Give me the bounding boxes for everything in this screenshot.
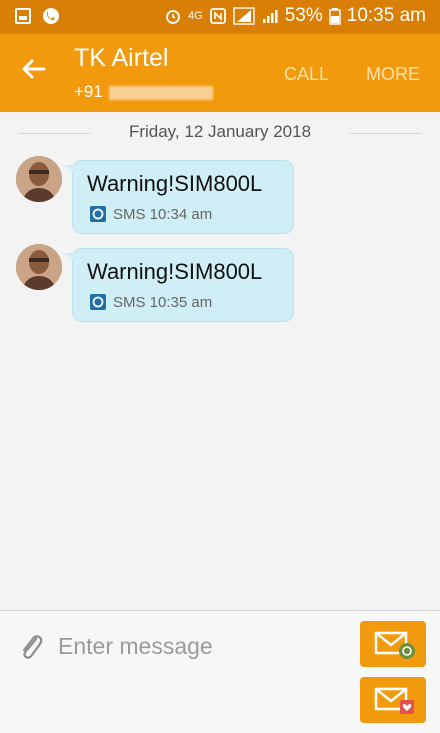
attach-paperclip-icon[interactable]: [18, 631, 44, 661]
message-text: Warning!SIM800L: [87, 171, 263, 196]
conversation-app-bar: TK Airtel +91 CALL MORE: [0, 34, 440, 112]
sim-card-icon: [90, 294, 106, 310]
contact-name: TK Airtel: [74, 44, 169, 72]
compose-bar: [0, 611, 440, 733]
send-sim1-button[interactable]: [360, 621, 426, 667]
bubble-tail: [64, 165, 74, 174]
phone-icon: [43, 8, 59, 24]
contact-number-prefix: +91: [74, 82, 103, 101]
date-separator: Friday, 12 January 2018: [18, 122, 422, 144]
date-label: Friday, 12 January 2018: [128, 122, 312, 141]
clock: 10:35 am: [346, 5, 426, 26]
nfc-icon: [209, 8, 226, 24]
message-timestamp: SMS 10:34 am: [113, 205, 213, 223]
contact-avatar[interactable]: [16, 156, 62, 202]
contact-avatar[interactable]: [16, 244, 62, 290]
signal-sim1-icon: [233, 7, 255, 25]
call-button[interactable]: CALL: [284, 64, 329, 85]
message-bubble[interactable]: Warning!SIM800L SMS 10:35 am: [64, 248, 294, 322]
send-sim2-icon: [374, 687, 414, 714]
more-button[interactable]: MORE: [366, 64, 420, 85]
person-photo-icon: [16, 244, 62, 290]
network-type-label: 4G: [188, 10, 203, 22]
back-arrow-icon[interactable]: [18, 54, 48, 84]
contact-number: +91: [74, 82, 213, 102]
message-timestamp: SMS 10:35 am: [113, 293, 213, 311]
message-bubble[interactable]: Warning!SIM800L SMS 10:34 am: [64, 160, 294, 234]
message-text: Warning!SIM800L: [87, 259, 263, 284]
bubble-tail: [64, 253, 74, 262]
message-meta: SMS 10:35 am: [89, 293, 212, 311]
message-meta: SMS 10:34 am: [89, 205, 212, 223]
sim-card-icon: [90, 206, 106, 222]
alarm-icon: [166, 10, 180, 24]
status-left-icons: [14, 7, 60, 25]
battery-percent: 53%: [284, 5, 323, 26]
battery-icon: [329, 8, 341, 25]
status-bar: 4G 53% 10:35 am: [0, 0, 440, 34]
send-sim2-button[interactable]: [360, 677, 426, 723]
message-input[interactable]: [56, 625, 350, 667]
redacted-number: [108, 85, 213, 100]
divider-line: [350, 133, 422, 134]
signal-sim2-icon: [262, 10, 278, 23]
status-right-icons: 4G 53% 10:35 am: [164, 5, 426, 27]
send-sim1-icon: [374, 631, 415, 659]
gallery-icon: [15, 8, 31, 24]
person-photo-icon: [16, 156, 62, 202]
